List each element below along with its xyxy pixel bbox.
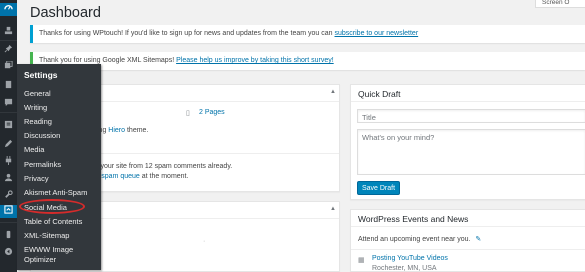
draft-content-textarea[interactable]: What's on your mind? <box>357 129 585 175</box>
spam-info-suffix: at the moment. <box>139 173 189 180</box>
screen-options-button[interactable]: Screen O <box>535 0 585 8</box>
dashboard-icon[interactable] <box>0 3 17 16</box>
settings-item-ewww-optimizer[interactable]: Optimizer <box>24 255 56 264</box>
settings-item-discussion[interactable]: Discussion <box>24 131 60 140</box>
toggle-arrow-icon[interactable]: ▲ <box>330 89 336 95</box>
wrench-icon[interactable] <box>3 190 14 201</box>
pin-icon[interactable] <box>3 44 14 55</box>
users-icon[interactable] <box>3 173 14 184</box>
pages-icon-small: ▯ <box>186 110 190 117</box>
settings-item-akismet[interactable]: Akismet Anti-Spam <box>24 188 87 197</box>
divider-mark: · <box>203 238 206 245</box>
theme-link[interactable]: Hiero <box>108 127 125 134</box>
wptouch-notice-text: Thanks for using WPtouch! If you'd like … <box>39 30 335 37</box>
pencil-icon[interactable]: ✎ <box>475 236 481 243</box>
toggle-arrow-icon[interactable]: ▲ <box>330 206 336 212</box>
settings-item-writing[interactable]: Writing <box>24 103 47 112</box>
sitemaps-survey-link[interactable]: Please help us improve by taking this sh… <box>176 57 334 64</box>
calendar-icon: ▦ <box>358 257 365 264</box>
settings-item-reading[interactable]: Reading <box>24 117 52 126</box>
spam-queue-link[interactable]: spam queue <box>101 173 140 180</box>
save-draft-button[interactable]: Save Draft <box>357 181 400 195</box>
sitemaps-notice-text: Thank you for using Google XML Sitemaps! <box>39 57 177 64</box>
plugins-icon[interactable] <box>3 156 14 167</box>
appearance-icon[interactable] <box>3 139 14 150</box>
theme-info-suffix: theme. <box>125 127 149 134</box>
quick-draft-heading: Quick Draft <box>351 85 585 102</box>
settings-item-privacy[interactable]: Privacy <box>24 174 49 183</box>
events-heading: WordPress Events and News <box>351 210 585 227</box>
spam-info-line1: l your site from 12 spam comments alread… <box>97 163 233 170</box>
page-title: Dashboard <box>30 5 101 21</box>
tools-icon[interactable] <box>3 26 14 37</box>
collapse-menu-icon[interactable] <box>3 247 14 258</box>
event-location: Rochester, MN, USA <box>372 265 437 272</box>
admin-sidebar <box>0 0 17 272</box>
draft-title-input[interactable]: Title <box>357 109 585 123</box>
spam-info-line2: r spam queue at the moment. <box>97 173 188 180</box>
settings-item-table-of-contents[interactable]: Table of Contents <box>24 217 82 226</box>
settings-menu-title[interactable]: Settings <box>24 70 58 80</box>
quick-draft-box: Quick Draft Title What's on your mind? S… <box>350 84 585 200</box>
events-news-box: WordPress Events and News Attend an upco… <box>350 209 585 272</box>
attend-event-label: Attend an upcoming event near you. <box>358 236 471 243</box>
media-icon[interactable] <box>3 60 14 72</box>
attend-event-text: Attend an upcoming event near you. ✎ <box>358 235 481 243</box>
sitemaps-notice: Thank you for using Google XML Sitemaps!… <box>30 52 585 70</box>
settings-item-ewww-image[interactable]: EWWW Image <box>24 245 73 254</box>
settings-item-xml-sitemap[interactable]: XML-Sitemap <box>24 231 69 240</box>
pages-icon[interactable] <box>3 80 14 91</box>
settings-flyout-menu: Settings General Writing Reading Discuss… <box>17 64 101 270</box>
feedback-icon[interactable] <box>3 120 14 131</box>
highlight-circle <box>19 199 85 214</box>
event-title-link[interactable]: Posting YouTube Videos <box>372 255 448 262</box>
wptouch-notice: Thanks for using WPtouch! If you'd like … <box>30 25 585 43</box>
settings-item-general[interactable]: General <box>24 89 51 98</box>
pages-count-link[interactable]: 2 Pages <box>199 109 225 116</box>
main-content: Dashboard Screen O Thanks for using WPto… <box>17 0 585 272</box>
settings-icon[interactable] <box>0 205 17 218</box>
comments-icon[interactable] <box>3 98 14 109</box>
settings-item-media[interactable]: Media <box>24 145 44 154</box>
seo-icon[interactable] <box>3 230 14 241</box>
settings-item-permalinks[interactable]: Permalinks <box>24 160 61 169</box>
theme-info: ing Hiero theme. <box>97 127 148 134</box>
subscribe-newsletter-link[interactable]: subscribe to our newsletter <box>335 30 419 37</box>
